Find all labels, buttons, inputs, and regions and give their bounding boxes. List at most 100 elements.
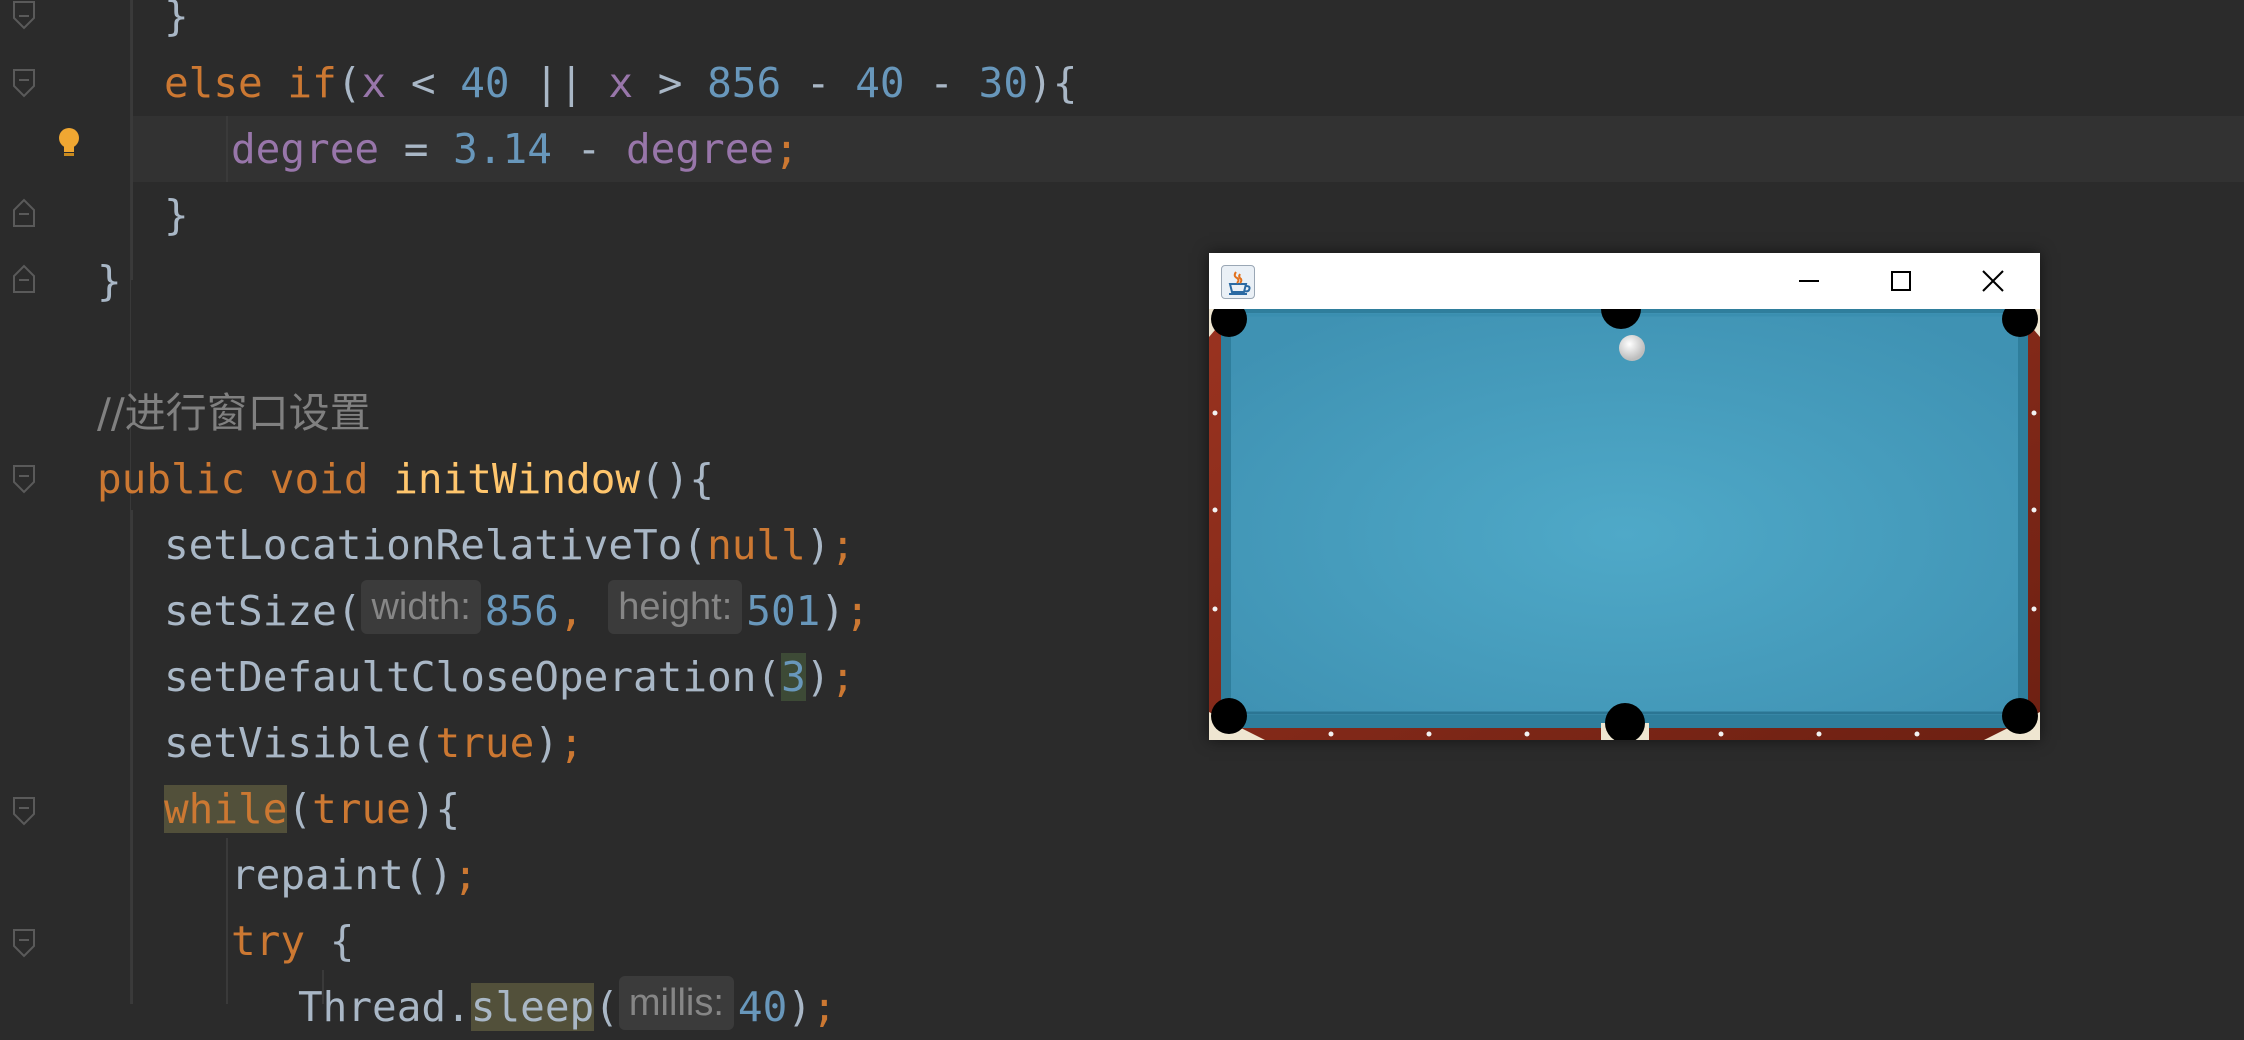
code-token: setVisible(: [164, 719, 436, 767]
code-token: try: [231, 917, 330, 965]
code-token: >: [633, 59, 708, 107]
code-token: ||: [509, 59, 609, 107]
code-token: ): [820, 587, 846, 635]
code-token: ){: [1028, 59, 1078, 107]
close-icon: [1982, 270, 2004, 292]
window-title-bar[interactable]: [1209, 253, 2040, 309]
pocket: [2002, 698, 2038, 734]
parameter-hint: millis:: [618, 976, 734, 1030]
code-token: ): [534, 719, 559, 767]
intention-bulb-icon[interactable]: [54, 126, 84, 160]
code-token: repaint(): [231, 851, 454, 899]
code-token: }: [97, 257, 122, 305]
billiard-table[interactable]: [1209, 309, 2040, 740]
code-line-closing-brace[interactable]: }: [164, 182, 189, 248]
code-token: else if: [164, 59, 337, 107]
code-token: -: [551, 125, 626, 173]
code-line-set-close-op[interactable]: setDefaultCloseOperation(3);: [164, 644, 855, 710]
code-token: x: [361, 59, 387, 107]
code-token: 40: [460, 59, 510, 107]
code-token: 40: [737, 983, 788, 1031]
fold-end-icon[interactable]: [10, 196, 38, 236]
code-token: //进行窗口设置: [97, 389, 371, 437]
code-token: =: [379, 125, 454, 173]
code-token: }: [164, 191, 189, 239]
code-token: initWindow: [393, 455, 641, 503]
fold-start-icon[interactable]: [10, 464, 38, 504]
indent-guide: [226, 116, 228, 182]
code-token: 856: [484, 587, 559, 635]
code-line-closing-brace[interactable]: }: [164, 0, 189, 49]
indent-guide: [131, 510, 133, 1004]
fold-end-icon[interactable]: [10, 262, 38, 302]
code-line-set-size[interactable]: setSize(width: 856, height: 501);: [164, 578, 870, 644]
code-line-repaint[interactable]: repaint();: [231, 842, 478, 908]
code-token: ){: [410, 785, 461, 833]
code-line-set-visible[interactable]: setVisible(true);: [164, 710, 584, 776]
code-line-else-if[interactable]: else if(x < 40 || x > 856 - 40 - 30){: [164, 50, 1077, 116]
code-token: public void: [97, 455, 394, 503]
code-line-while[interactable]: while(true){: [164, 776, 460, 842]
code-token: true: [435, 719, 535, 767]
fold-start-icon[interactable]: [10, 796, 38, 836]
java-app-window[interactable]: [1209, 253, 2040, 740]
close-button[interactable]: [1947, 253, 2039, 309]
code-token: ;: [558, 719, 584, 767]
code-token: ): [787, 983, 812, 1031]
indent-guide: [131, 0, 133, 280]
code-token: 501: [746, 587, 821, 635]
indent-guide: [226, 838, 228, 1004]
code-token: -: [904, 59, 979, 107]
code-token: setSize(: [164, 587, 362, 635]
code-token: ): [805, 521, 831, 569]
code-line-try[interactable]: try {: [231, 908, 354, 974]
code-token: ;: [811, 983, 837, 1031]
code-token: {: [329, 917, 355, 965]
code-token: x: [608, 59, 634, 107]
code-line-thread-sleep[interactable]: Thread.sleep(millis: 40);: [298, 974, 837, 1040]
minimize-icon: [1799, 280, 1819, 282]
code-line-set-location[interactable]: setLocationRelativeTo(null);: [164, 512, 855, 578]
billiard-ball[interactable]: [1619, 335, 1645, 361]
fold-end-icon[interactable]: [10, 0, 38, 40]
code-token: ): [805, 653, 831, 701]
code-token: (: [287, 785, 313, 833]
code-token: 30: [978, 59, 1029, 107]
code-token: setLocationRelativeTo(: [164, 521, 708, 569]
code-line-method-signature[interactable]: public void initWindow(){: [97, 446, 714, 512]
code-token: null: [707, 521, 806, 569]
code-token: ,: [558, 587, 609, 635]
fold-start-icon[interactable]: [10, 928, 38, 968]
code-token: 40: [855, 59, 905, 107]
code-token: -: [781, 59, 856, 107]
code-token: degree: [231, 125, 380, 173]
code-token: ;: [830, 521, 856, 569]
code-token: ;: [453, 851, 478, 899]
code-token: (: [594, 983, 619, 1031]
code-line-comment[interactable]: //进行窗口设置: [97, 380, 371, 446]
parameter-hint: height:: [608, 580, 743, 634]
code-token: 3.14: [453, 125, 552, 173]
pocket: [1211, 698, 1247, 734]
code-token: true: [312, 785, 411, 833]
minimize-button[interactable]: [1763, 253, 1855, 309]
java-coffee-icon: [1221, 265, 1255, 299]
code-token: setDefaultCloseOperation(: [164, 653, 782, 701]
table-felt: [1231, 313, 2018, 715]
code-token: ;: [845, 587, 870, 635]
code-token: (: [336, 59, 362, 107]
code-line-degree-assign[interactable]: degree = 3.14 - degree;: [231, 116, 799, 182]
code-token: 3: [781, 653, 806, 701]
code-token: (){: [640, 455, 715, 503]
code-token: ;: [774, 125, 799, 173]
code-token: ;: [830, 653, 856, 701]
code-line-closing-brace[interactable]: }: [97, 248, 122, 314]
code-token: while: [164, 785, 288, 833]
maximize-icon: [1891, 271, 1911, 291]
code-token: Thread.: [298, 983, 471, 1031]
maximize-button[interactable]: [1855, 253, 1947, 309]
code-token: sleep: [470, 983, 595, 1031]
code-token: 856: [707, 59, 782, 107]
fold-start-icon[interactable]: [10, 68, 38, 108]
code-token: }: [164, 0, 189, 40]
